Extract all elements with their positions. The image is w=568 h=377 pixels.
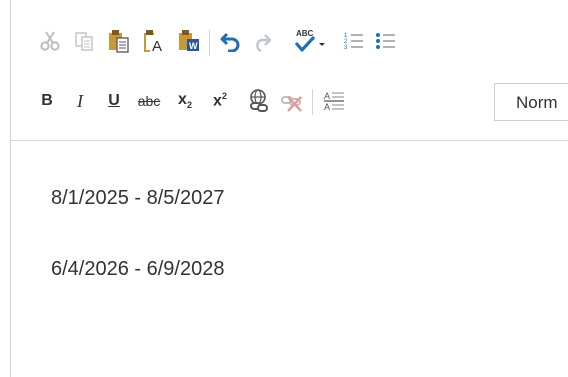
paragraph-style-select[interactable]: Norm xyxy=(494,83,568,121)
subscript-button[interactable]: x2 xyxy=(172,88,198,114)
subscript-base: x xyxy=(178,90,187,108)
svg-text:A: A xyxy=(324,102,330,112)
spellcheck-button[interactable]: ABC xyxy=(291,28,331,54)
superscript-base: x xyxy=(213,92,222,110)
unlink-icon xyxy=(281,96,302,112)
editor-toolbar: A W ABC 1 2 3 B I U abc x2 x2 A A Norm xyxy=(11,0,568,141)
numbered-list-icon: 1 2 3 xyxy=(344,33,363,51)
bold-button[interactable]: B xyxy=(34,88,60,114)
link-button[interactable] xyxy=(246,87,274,115)
paste-from-word-icon: W xyxy=(179,30,199,51)
copy-button[interactable] xyxy=(71,28,97,54)
redo-button[interactable] xyxy=(249,28,275,54)
bulleted-list-button[interactable] xyxy=(373,28,399,54)
svg-text:W: W xyxy=(189,41,198,51)
spellcheck-icon: ABC xyxy=(294,29,325,52)
paste-as-text-icon: A xyxy=(144,30,162,53)
copy-icon xyxy=(75,32,93,51)
superscript-button[interactable]: x2 xyxy=(207,88,233,114)
content-paragraph: 6/4/2026 - 6/9/2028 xyxy=(51,258,225,280)
redo-icon xyxy=(256,34,272,52)
italic-label: I xyxy=(77,91,83,111)
underline-button[interactable]: U xyxy=(101,88,127,114)
cut-icon xyxy=(40,31,60,51)
content-paragraph: 8/1/2025 - 8/5/2027 xyxy=(51,187,225,209)
svg-text:3: 3 xyxy=(344,45,348,51)
toolbar-separator xyxy=(312,89,313,115)
undo-icon xyxy=(220,32,240,52)
svg-text:A: A xyxy=(152,38,162,53)
unlink-button[interactable] xyxy=(278,87,306,115)
paste-icon xyxy=(109,30,129,53)
cut-button[interactable] xyxy=(37,28,63,54)
numbered-list-button[interactable]: 1 2 3 xyxy=(341,28,367,54)
remove-format-icon: A A xyxy=(324,91,344,112)
paste-from-word-button[interactable]: W xyxy=(177,28,203,54)
superscript-label: x2 xyxy=(213,92,227,109)
subscript-sub: 2 xyxy=(186,100,192,111)
strikethrough-label: abc xyxy=(137,93,161,109)
rich-text-editor: A W ABC 1 2 3 B I U abc x2 x2 A A Norm 8… xyxy=(10,0,568,377)
link-icon xyxy=(250,89,268,112)
remove-format-button[interactable]: A A xyxy=(321,88,347,114)
svg-text:A: A xyxy=(324,91,330,101)
editor-content[interactable]: 8/1/2025 - 8/5/2027 6/4/2026 - 6/9/2028 xyxy=(11,141,568,377)
bold-label: B xyxy=(41,92,53,109)
svg-text:ABC: ABC xyxy=(296,29,314,38)
superscript-sup: 2 xyxy=(221,91,227,102)
paste-as-text-button[interactable]: A xyxy=(141,28,167,54)
italic-button[interactable]: I xyxy=(67,88,93,114)
undo-button[interactable] xyxy=(218,28,244,54)
toolbar-separator xyxy=(209,30,210,56)
underline-label: U xyxy=(108,92,120,109)
paste-button[interactable] xyxy=(106,28,132,54)
subscript-label: x2 xyxy=(178,90,192,111)
strikethrough-button[interactable]: abc xyxy=(132,88,166,114)
bulleted-list-icon xyxy=(376,33,395,49)
